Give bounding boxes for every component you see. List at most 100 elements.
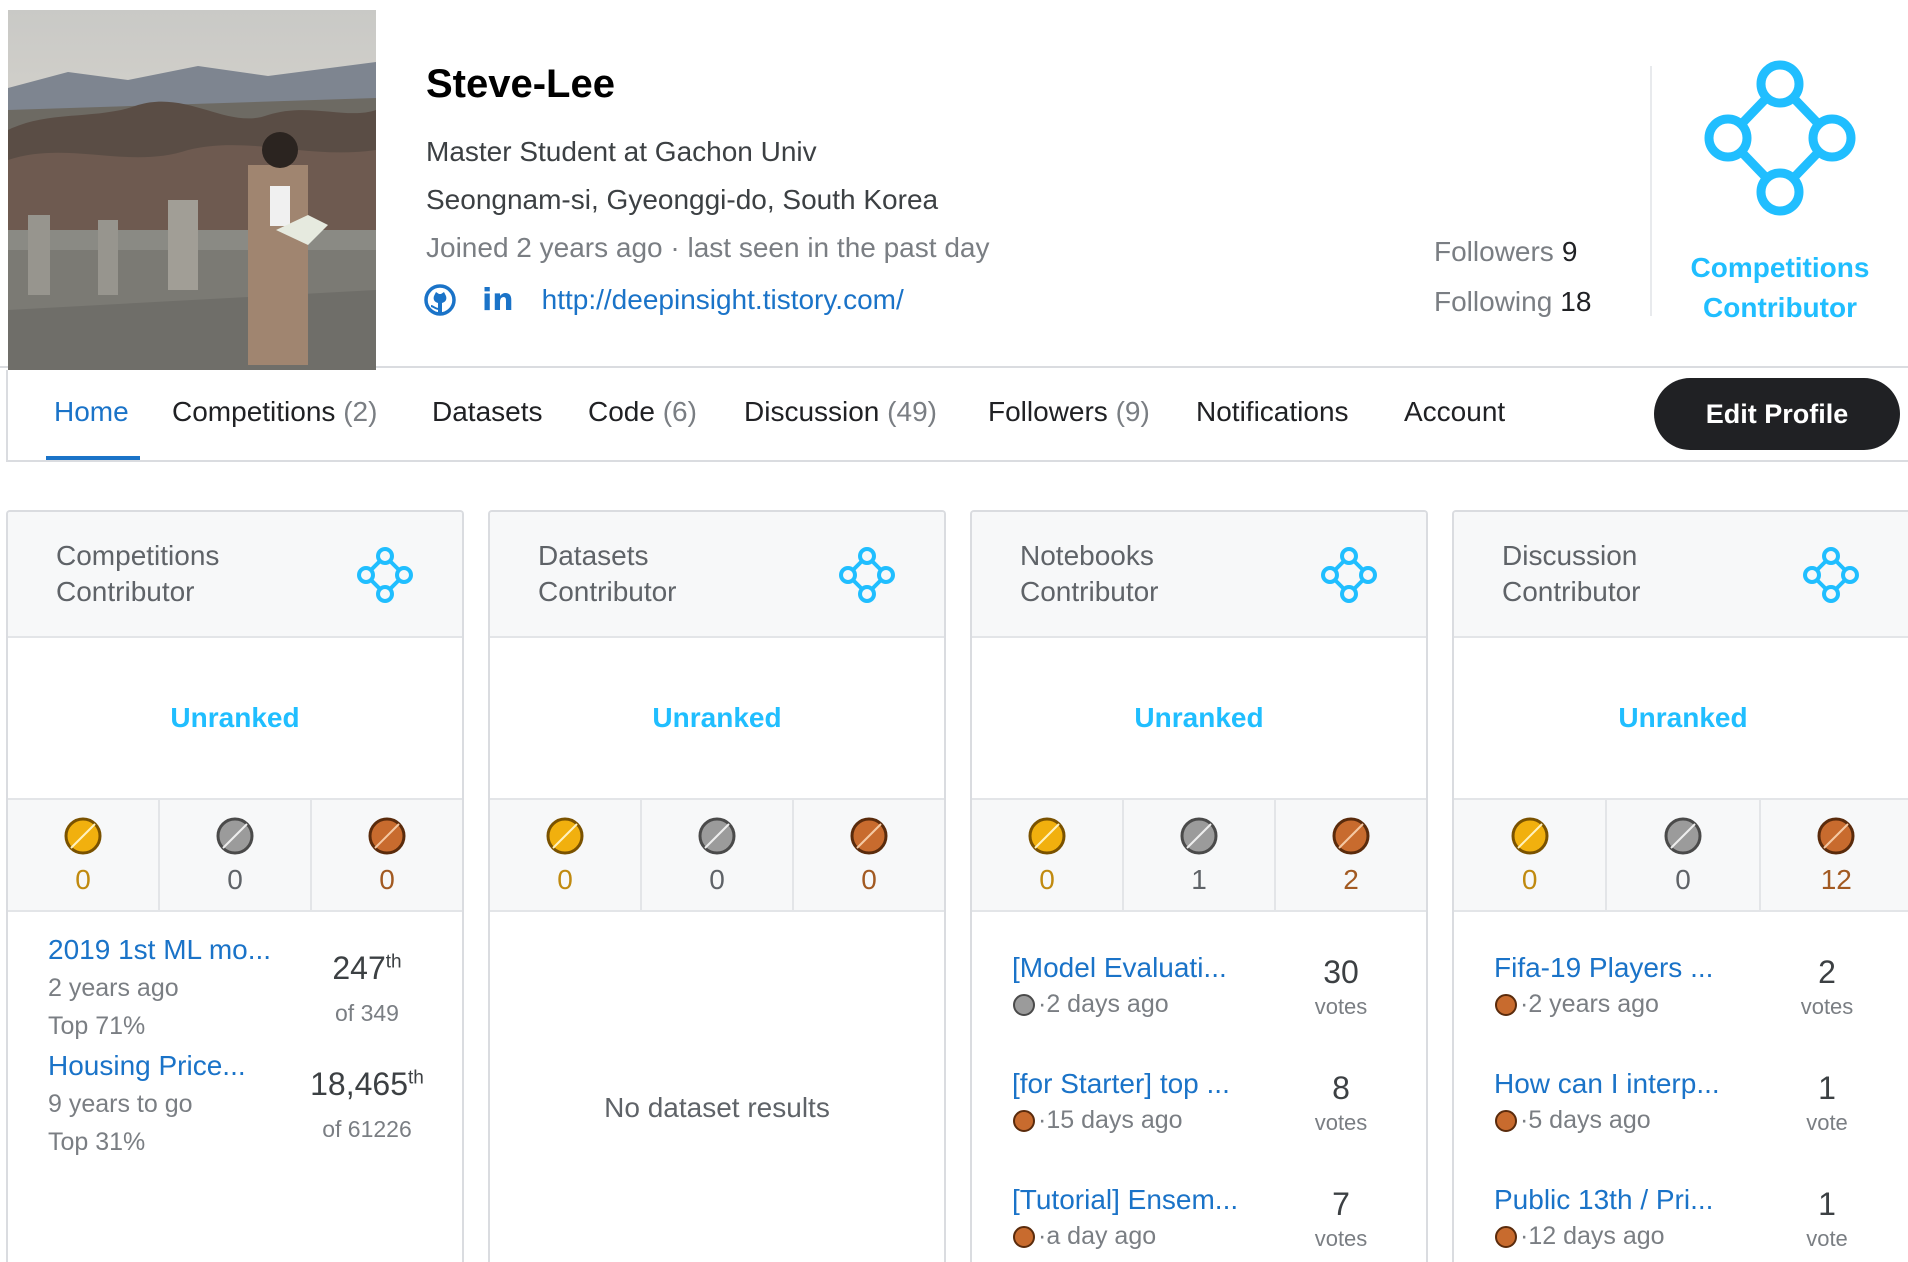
tab-label: Home [54, 396, 129, 427]
tab-datasets[interactable]: Datasets [432, 396, 543, 428]
rank-place: 18,465 [310, 1066, 408, 1102]
silver-medal-icon [216, 817, 254, 855]
card-title-line1: Discussion [1502, 540, 1638, 571]
followers-stat[interactable]: Followers 9 [1434, 236, 1577, 268]
header-divider [1650, 66, 1652, 316]
tab-notifications[interactable]: Notifications [1196, 396, 1349, 428]
gold-medal-count: 0 [490, 800, 642, 910]
competition-date: 2 years ago [48, 974, 179, 1002]
profile-tabs: Home Competitions (2) Datasets Code (6) … [6, 370, 1908, 462]
silver-medal-icon [698, 817, 736, 855]
profile-joined: Joined 2 years ago · last seen in the pa… [426, 232, 990, 263]
competition-total: of 349 [335, 1000, 399, 1026]
notebook-meta: ·a day ago [1012, 1222, 1156, 1251]
tab-count: (9) [1115, 396, 1150, 427]
website-link[interactable]: http://deepinsight.tistory.com/ [542, 284, 904, 316]
discussion-title[interactable]: Public 13th / Pri... [1494, 1184, 1713, 1216]
notebook-date: ·a day ago [1038, 1222, 1157, 1250]
notebook-title[interactable]: [Model Evaluati... [1012, 952, 1227, 984]
competition-title[interactable]: Housing Price... [48, 1050, 246, 1082]
profile-links: in http://deepinsight.tistory.com/ [424, 280, 904, 320]
medal-count: 0 [75, 864, 91, 895]
silver-medal-icon [1013, 993, 1035, 1016]
profile-name: Steve-Lee [426, 62, 615, 106]
discussion-entry[interactable]: How can I interp... ·5 days ago 1 vote [1454, 1068, 1908, 1158]
tab-competitions[interactable]: Competitions (2) [172, 396, 377, 428]
competition-total: of 61226 [322, 1116, 412, 1142]
card-title-line1: Datasets [538, 540, 649, 571]
bronze-medal-icon [1013, 1109, 1035, 1132]
bronze-medal-count: 12 [1761, 800, 1908, 910]
tab-count: (49) [887, 396, 937, 427]
notebook-title[interactable]: [for Starter] top ... [1012, 1068, 1230, 1100]
rank-label[interactable]: Unranked [490, 702, 944, 734]
discussion-meta: ·5 days ago [1494, 1106, 1651, 1135]
tier-label-line2: Contributor [1703, 292, 1857, 323]
following-stat[interactable]: Following 18 [1434, 286, 1591, 318]
medal-counts: 0 0 0 [8, 798, 462, 912]
linkedin-icon[interactable]: in [482, 283, 514, 318]
gold-medal-icon [64, 817, 102, 855]
tab-label: Notifications [1196, 396, 1349, 427]
bronze-medal-icon [1495, 1225, 1517, 1248]
competition-rank: 247th [302, 950, 432, 987]
discussion-entry[interactable]: Public 13th / Pri... ·12 days ago 1 vote [1454, 1184, 1908, 1262]
discussion-date: ·12 days ago [1520, 1222, 1665, 1250]
card-title-line1: Notebooks [1020, 540, 1154, 571]
edit-profile-button[interactable]: Edit Profile [1654, 378, 1900, 450]
discussion-card: Discussion Contributor Unranked 0 0 12 F… [1452, 510, 1908, 1262]
notebook-date: ·2 days ago [1038, 990, 1169, 1018]
followers-count: 9 [1561, 236, 1578, 267]
silver-medal-count: 1 [1124, 800, 1276, 910]
notebook-meta: ·15 days ago [1012, 1106, 1183, 1135]
rank-label[interactable]: Unranked [972, 702, 1426, 734]
card-title-line2: Contributor [538, 576, 677, 607]
tab-followers[interactable]: Followers (9) [988, 396, 1150, 428]
notebook-entry[interactable]: [for Starter] top ... ·15 days ago 8 vot… [972, 1068, 1426, 1158]
medal-count: 12 [1820, 864, 1852, 895]
tab-home[interactable]: Home [54, 396, 129, 428]
gold-medal-count: 0 [1454, 800, 1608, 910]
card-title: Discussion Contributor [1502, 538, 1782, 610]
bronze-medal-count: 0 [312, 800, 462, 910]
tab-label: Discussion [744, 396, 880, 427]
tab-count: (2) [343, 396, 378, 427]
competition-entry[interactable]: 2019 1st ML mo... 2 years ago Top 71% 24… [8, 934, 462, 1044]
tab-account[interactable]: Account [1404, 396, 1505, 428]
card-title-line1: Competitions [56, 540, 220, 571]
competitions-card: Competitions Contributor Unranked 0 0 0 … [6, 510, 464, 1262]
vote-count: 7 [1332, 1186, 1350, 1222]
notebook-entry[interactable]: [Model Evaluati... ·2 days ago 30 votes [972, 952, 1426, 1042]
medal-count: 0 [709, 864, 725, 895]
vote-label: votes [1800, 994, 1854, 1019]
gold-medal-icon [1511, 817, 1549, 855]
bronze-medal-icon [1013, 1225, 1035, 1248]
tab-code[interactable]: Code (6) [588, 396, 697, 428]
tab-discussion[interactable]: Discussion (49) [744, 396, 937, 428]
discussion-date: ·2 years ago [1520, 990, 1659, 1018]
discussion-title[interactable]: Fifa-19 Players ... [1494, 952, 1713, 984]
card-header: Discussion Contributor [1454, 512, 1908, 638]
card-header: Notebooks Contributor [972, 512, 1426, 638]
medal-count: 0 [557, 864, 573, 895]
following-count: 18 [1560, 286, 1592, 317]
notebook-entry[interactable]: [Tutorial] Ensem... ·a day ago 7 votes [972, 1184, 1426, 1262]
card-header: Competitions Contributor [8, 512, 462, 638]
tier-diamond-icon [1704, 60, 1856, 216]
vote-count: 2 [1818, 954, 1836, 990]
notebook-meta: ·2 days ago [1012, 990, 1169, 1019]
vote-count: 1 [1818, 1070, 1836, 1106]
competition-entry[interactable]: Housing Price... 9 years to go Top 31% 1… [8, 1050, 462, 1160]
vote-count: 1 [1818, 1186, 1836, 1222]
datasets-card: Datasets Contributor Unranked 0 0 0 No d… [488, 510, 946, 1262]
rank-suffix: th [408, 1067, 424, 1089]
rank-label[interactable]: Unranked [8, 702, 462, 734]
discussion-title[interactable]: How can I interp... [1494, 1068, 1720, 1100]
rank-label[interactable]: Unranked [1454, 702, 1908, 734]
notebook-title[interactable]: [Tutorial] Ensem... [1012, 1184, 1238, 1216]
competition-percentile: Top 71% [48, 1012, 146, 1040]
competition-title[interactable]: 2019 1st ML mo... [48, 934, 271, 966]
github-icon[interactable] [424, 284, 456, 316]
discussion-entry[interactable]: Fifa-19 Players ... ·2 years ago 2 votes [1454, 952, 1908, 1042]
gold-medal-count: 0 [8, 800, 160, 910]
